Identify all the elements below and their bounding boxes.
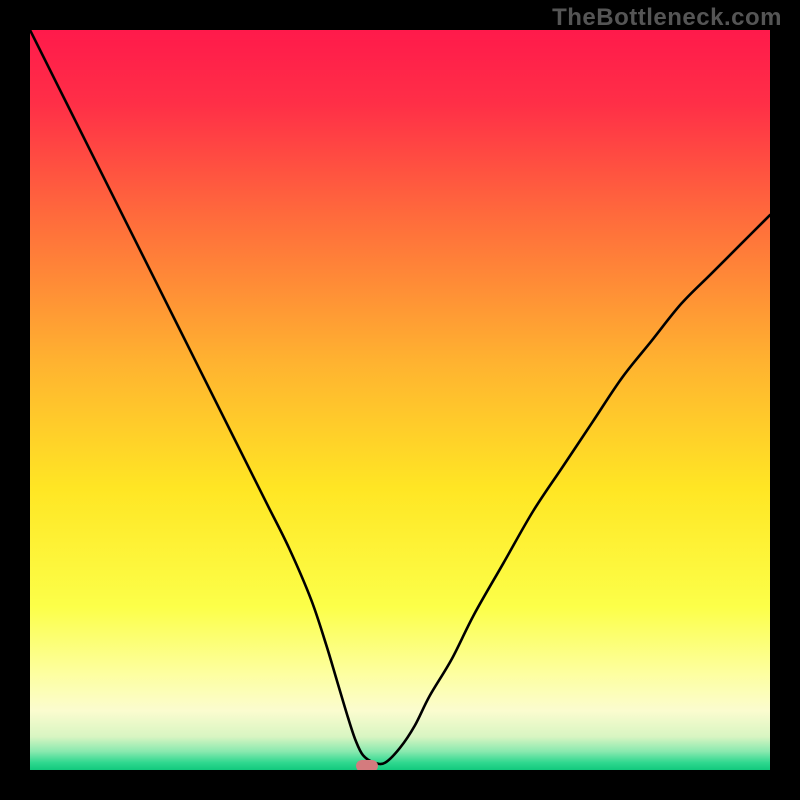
plot-area bbox=[30, 30, 770, 770]
watermark-text: TheBottleneck.com bbox=[552, 4, 782, 32]
plot-svg bbox=[30, 30, 770, 770]
optimum-marker bbox=[356, 760, 378, 770]
chart-frame: TheBottleneck.com bbox=[0, 0, 800, 800]
gradient-background bbox=[30, 30, 770, 770]
